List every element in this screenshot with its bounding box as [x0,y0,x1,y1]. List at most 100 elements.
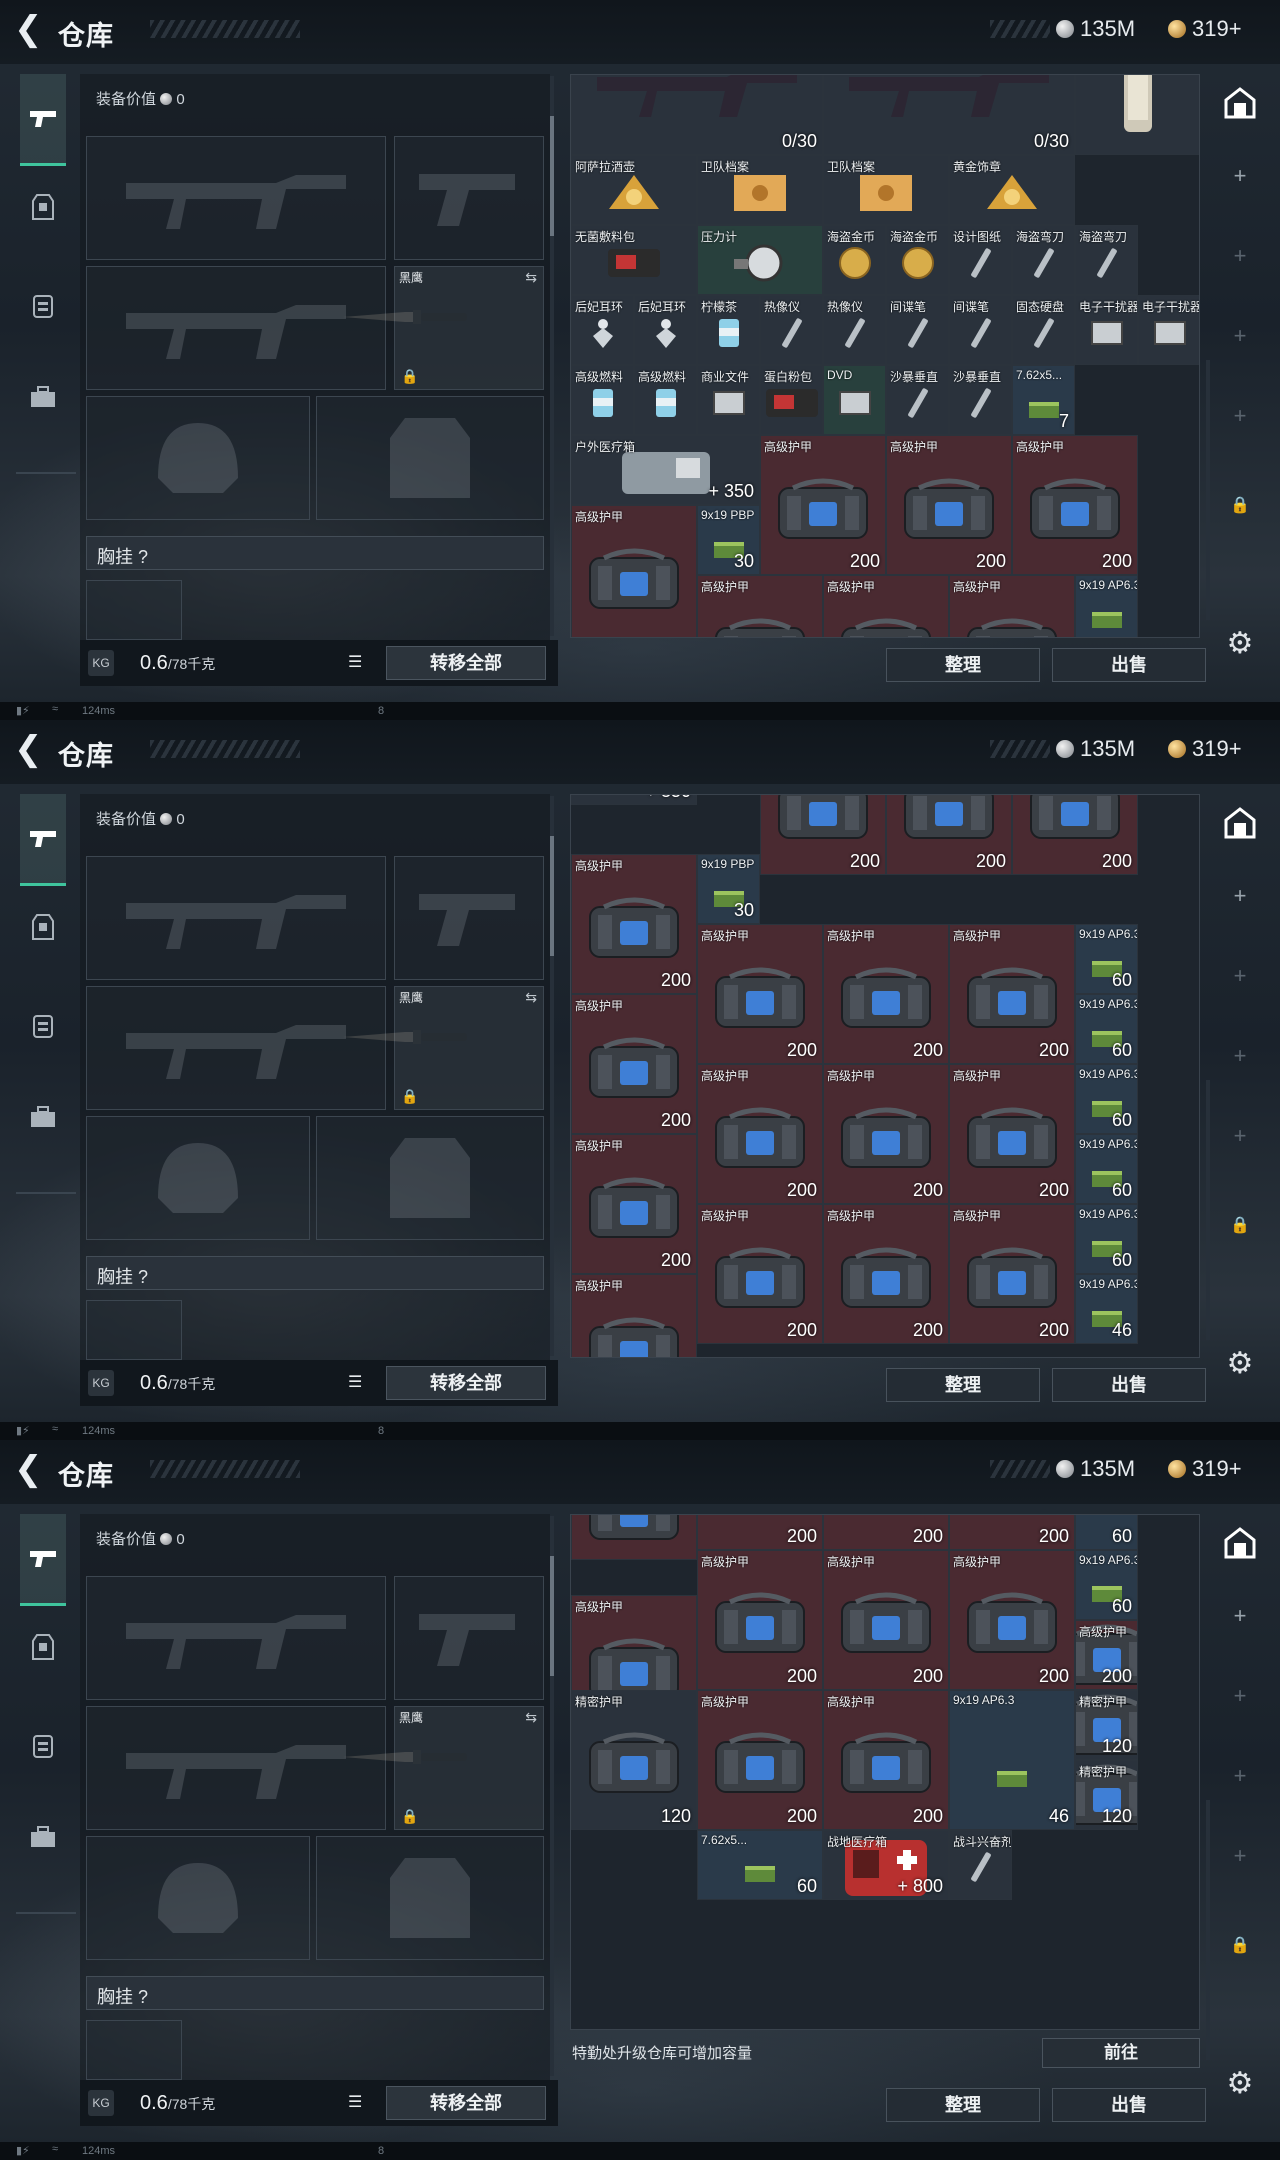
nav-toolbox[interactable] [20,1814,66,1860]
nav-backpack[interactable] [20,1002,66,1048]
storage-item[interactable]: 9x19 PBP 30 [697,854,760,924]
storage-item[interactable]: 高级护甲200 [697,1204,823,1344]
storage-item[interactable]: 后妃耳环 [571,295,634,365]
gold-currency[interactable]: 319+ [1168,736,1242,762]
melee-slot[interactable]: 黑鹰 ⇆ 🔒 [343,266,544,390]
storage-item[interactable]: 高级护甲200 [697,924,823,1064]
storage-item[interactable]: 海盗弯刀 [1075,225,1138,295]
storage-item[interactable]: 精密护甲 120 [1075,1759,1138,1830]
nav-armor[interactable] [20,1624,66,1670]
helmet-slot[interactable] [86,1836,310,1960]
chest-rig-slot[interactable]: 胸挂 ? [86,536,544,570]
storage-item[interactable]: 高级护甲200 [949,924,1075,1064]
sell-button[interactable]: 出售 [1052,2088,1206,2122]
helmet-slot[interactable] [86,396,310,520]
goto-button[interactable]: 前往 [1042,2038,1200,2068]
storage-item[interactable]: 卫队档案 [697,155,823,225]
list-icon[interactable]: ☰ [348,652,374,674]
storage-item[interactable]: 精密护甲 120 [571,1689,697,1830]
storage-item[interactable]: 高级护甲200 [949,1204,1075,1344]
gear-icon[interactable]: ⚙ [1220,1344,1260,1384]
storage-item[interactable]: 高级护甲200 [949,1064,1075,1204]
sort-button[interactable]: 整理 [886,1368,1040,1402]
storage-item[interactable]: 高级护甲 [697,575,823,637]
storage-item[interactable]: 战地医疗箱 + 800 [823,1829,949,1900]
add-icon[interactable]: + [1220,1596,1260,1636]
storage-item[interactable]: 热像仪 [760,295,823,365]
storage-item[interactable]: 高级燃料 [634,365,697,435]
list-icon[interactable]: ☰ [348,2092,374,2114]
storage-item[interactable]: 卫队档案 [823,155,949,225]
melee-slot[interactable]: 黑鹰 ⇆ 🔒 [343,1706,544,1830]
scroll-thumb[interactable] [550,1556,554,1676]
nav-toolbox[interactable] [20,374,66,420]
storage-item[interactable]: 9x19 AP6.3 46 [949,1689,1075,1830]
transfer-all-button[interactable]: 转移全部 [386,2086,546,2120]
chest-rig-help[interactable]: ? [138,547,148,567]
storage-item[interactable]: 沙暴垂直 [886,365,949,435]
nav-weapons[interactable] [20,74,66,166]
storage-scrollbar[interactable] [1206,1080,1210,1340]
storage-item[interactable]: 黄金饰章 [949,155,1075,225]
storage-item[interactable]: 电子干扰器 [1138,295,1199,365]
storage-item[interactable]: 商业文件 [697,365,760,435]
sell-button[interactable]: 出售 [1052,648,1206,682]
storage-item[interactable]: 海盗金币 [886,225,949,295]
storage-item[interactable]: 9x19 AP6.3 60 [1075,924,1138,994]
storage-item[interactable]: 高级护甲200 [886,435,1012,575]
storage-item[interactable]: 蛋白粉包 [760,365,823,435]
storage-item[interactable]: DVD [823,365,886,435]
chest-rig-help[interactable]: ? [138,1267,148,1287]
storage-item[interactable]: 9x19 AP6.3 60 [1075,1064,1138,1134]
storage-item[interactable]: 高级护甲200 [823,924,949,1064]
equipment-scrollbar[interactable] [550,76,554,636]
nav-weapons[interactable] [20,794,66,886]
storage-item[interactable]: 设计图纸 [949,225,1012,295]
storage-item[interactable]: 高级护甲200 [571,854,697,994]
secondary-weapon-slot[interactable] [86,266,386,390]
storage-item[interactable]: 户外医疗箱+ 350 [571,795,697,805]
body-armor-slot[interactable] [316,1836,544,1960]
storage-item[interactable]: 后妃耳环 [634,295,697,365]
equipment-scrollbar[interactable] [550,1516,554,2076]
storage-item[interactable] [571,1515,697,1560]
storage-item[interactable]: 电子干扰器 [1075,295,1138,365]
storage-item[interactable]: 沙暴垂直 [949,365,1012,435]
back-arrow-icon[interactable]: ❮ [14,12,48,48]
rig-subslot[interactable] [86,1300,182,1360]
primary-weapon-slot[interactable] [86,136,386,260]
gold-currency[interactable]: 319+ [1168,16,1242,42]
storage-item[interactable]: 高级护甲 [949,575,1075,637]
storage-item[interactable]: 高级护甲200 [697,1689,823,1830]
storage-item[interactable]: 高级护甲200 [1075,1619,1138,1690]
melee-slot[interactable]: 黑鹰 ⇆ 🔒 [343,986,544,1110]
add-icon[interactable]: + [1220,876,1260,916]
storage-item[interactable]: 0/30 [571,75,823,155]
storage-item[interactable]: 高级护甲200 [697,1549,823,1690]
gear-icon[interactable]: ⚙ [1220,2064,1260,2104]
storage-item[interactable]: 高级护甲200 [886,795,1012,875]
storage-item[interactable]: 热像仪 [823,295,886,365]
primary-weapon-slot[interactable] [86,856,386,980]
chest-rig-slot[interactable]: 胸挂 ? [86,1256,544,1290]
primary-weapon-slot[interactable] [86,1576,386,1700]
back-arrow-icon[interactable]: ❮ [14,732,48,768]
storage-item[interactable]: 无菌敷料包 [571,225,697,295]
storage-item[interactable]: 阿萨拉酒壶 [571,155,697,225]
storage-item[interactable]: 高级护甲200 [823,1204,949,1344]
storage-icon[interactable] [1220,806,1260,846]
storage-item[interactable]: 间谍笔 [949,295,1012,365]
body-armor-slot[interactable] [316,396,544,520]
storage-item[interactable]: 精密护甲 120 [1075,1689,1138,1760]
nav-backpack[interactable] [20,282,66,328]
nav-weapons[interactable] [20,1514,66,1606]
storage-item[interactable]: 9x19 AP6.3 60 [1075,1134,1138,1204]
storage-item[interactable]: 60 [1075,1515,1138,1550]
storage-item[interactable]: 9x19 AP6.3 60 [1075,1204,1138,1274]
body-armor-slot[interactable] [316,1116,544,1240]
storage-item[interactable]: 高级护甲 [823,575,949,637]
helmet-slot[interactable] [86,1116,310,1240]
storage-scrollbar[interactable] [1206,360,1210,620]
scroll-thumb[interactable] [550,836,554,956]
storage-item[interactable]: 高级护甲200 [823,1064,949,1204]
